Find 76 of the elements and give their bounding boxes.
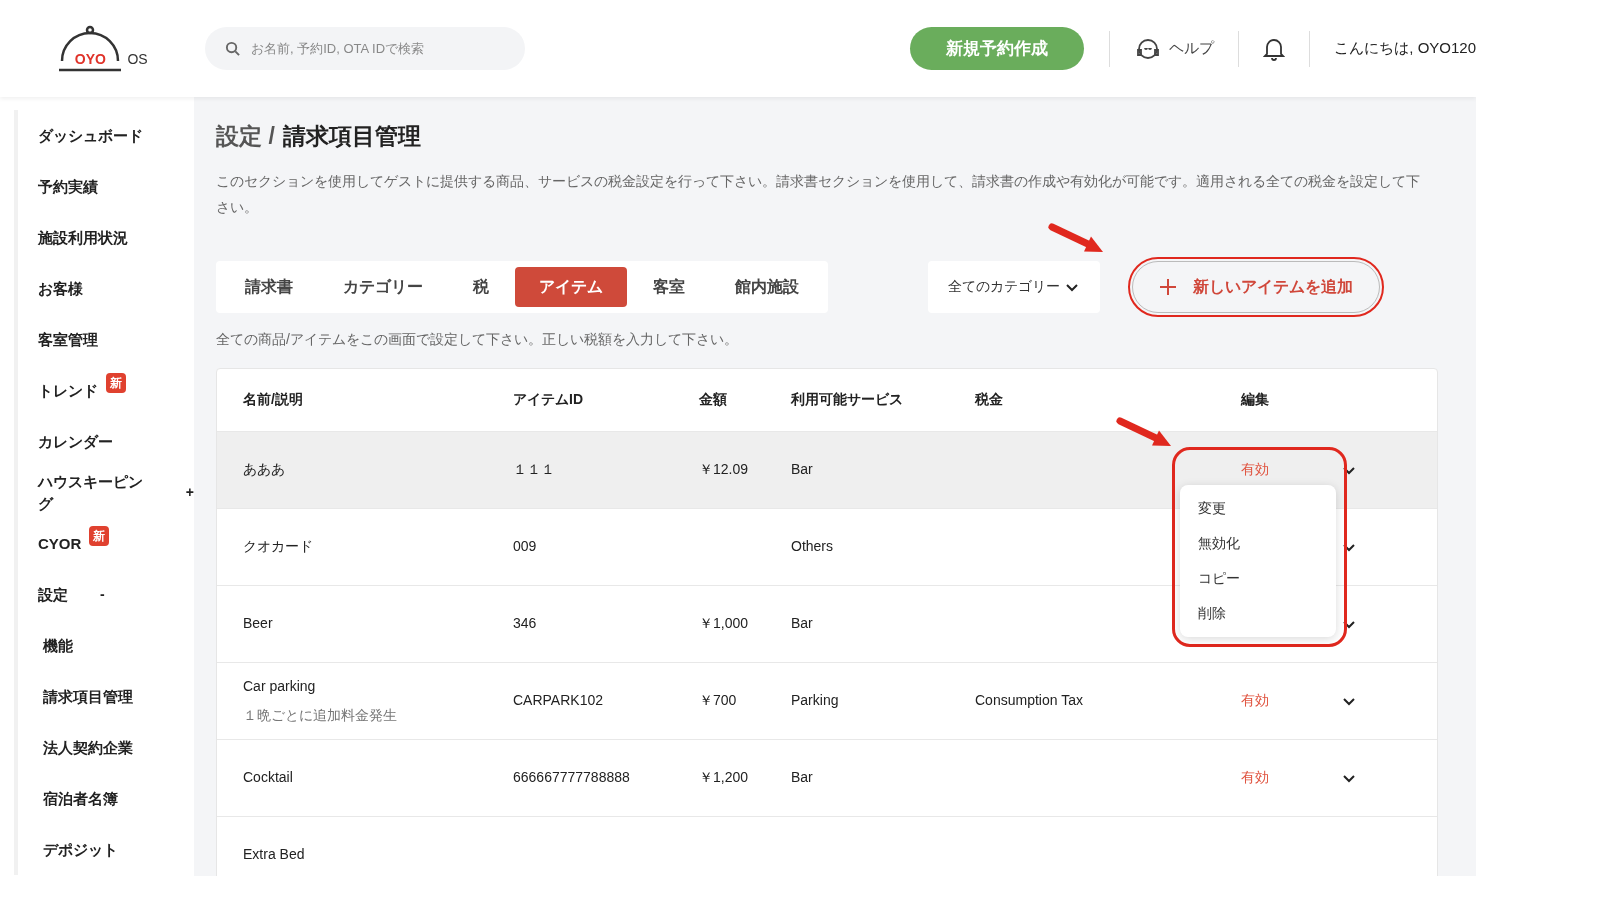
item-amount: ￥12.09: [699, 461, 749, 477]
item-service: Bar: [791, 769, 813, 785]
expand-toggle[interactable]: -: [100, 584, 105, 605]
item-id: CARPARK102: [513, 692, 603, 708]
hint-text: 全ての商品/アイテムをこの画面で設定して下さい。正しい税額を入力して下さい。: [216, 329, 739, 349]
sidebar-label: デポジット: [43, 839, 118, 860]
help-button[interactable]: ヘルプ: [1135, 36, 1215, 61]
item-service: Bar: [791, 615, 813, 631]
tab[interactable]: 客室: [629, 266, 709, 307]
column-header: 編集: [1241, 391, 1269, 407]
logo-text[interactable]: OYO: [74, 50, 106, 67]
item-name: あああ: [243, 460, 286, 479]
menu-item[interactable]: 削除: [1180, 596, 1336, 631]
sidebar-label: お客様: [38, 278, 83, 299]
sidebar-label: 客室管理: [38, 329, 98, 350]
breadcrumb-link[interactable]: 設定 /: [216, 119, 275, 154]
logo-suffix: OS: [127, 50, 148, 67]
notification-bell-icon[interactable]: [1263, 36, 1286, 61]
item-name: Car parking: [243, 676, 317, 696]
category-dropdown[interactable]: 全てのカテゴリー: [928, 260, 1100, 313]
sidebar-label: カレンダー: [38, 431, 113, 452]
page-title: 請求項目管理: [282, 122, 421, 151]
sidebar-label: 予約実績: [38, 176, 98, 197]
plus-icon: [1159, 277, 1177, 296]
item-service: Parking: [791, 692, 839, 708]
page-description: このセクションを使用してゲストに提供する商品、サービスの税金設定を行って下さい。請求書セクションを使用して、請求書の作成や有効化が可能です。適用される全ての税金を設定して下さい。: [216, 171, 1421, 217]
status-link[interactable]: 有効: [1241, 769, 1269, 785]
item-service: Bar: [791, 461, 813, 477]
column-header: 名前/説明: [243, 391, 303, 407]
sidebar-label: CYOR: [38, 533, 82, 554]
menu-item[interactable]: コピー: [1180, 561, 1336, 596]
status-link[interactable]: 有効: [1241, 692, 1269, 708]
column-header: 利用可能サービス: [791, 391, 903, 407]
item-amount: ￥1,000: [699, 615, 749, 631]
sidebar-label: 施設利用状況: [38, 227, 128, 248]
item-name: Extra Bed: [243, 845, 306, 864]
item-amount: ￥1,200: [699, 769, 749, 785]
sidebar-label: トレンド: [38, 380, 98, 401]
column-header: アイテムID: [513, 391, 583, 407]
item-id: 666667777788888: [513, 769, 630, 785]
search-icon: [225, 41, 240, 56]
sidebar-label: 宿泊者名簿: [43, 788, 118, 809]
item-service: Others: [791, 538, 833, 554]
arrow-annotation: [1048, 223, 1104, 253]
item-id: 009: [513, 538, 537, 554]
tab[interactable]: 請求書: [221, 266, 317, 307]
menu-item[interactable]: 無効化: [1180, 526, 1336, 561]
new-badge: 新: [89, 525, 110, 546]
item-name: Beer: [243, 614, 274, 633]
arrow-annotation: [1116, 417, 1172, 447]
column-header: 税金: [975, 391, 1003, 407]
sidebar-label: 請求項目管理: [43, 686, 133, 707]
new-badge: 新: [106, 372, 126, 393]
item-id: 346: [513, 615, 537, 631]
sidebar-label: 設定: [38, 584, 68, 605]
sidebar-label: 法人契約企業: [43, 737, 133, 758]
item-note: １晩ごとに追加料金発生: [243, 705, 398, 725]
search-field[interactable]: お名前, 予約ID, OTA IDで検索: [205, 27, 525, 70]
cloche-drawing: [57, 24, 124, 73]
item-amount: ￥700: [699, 692, 737, 708]
tab[interactable]: カテゴリー: [319, 266, 447, 307]
menu-item[interactable]: 変更: [1180, 491, 1336, 526]
item-id: １１１: [513, 461, 555, 477]
sidebar-label: ダッシュボード: [38, 125, 143, 146]
tab[interactable]: アイテム: [515, 266, 627, 307]
headset-icon: [1135, 36, 1162, 61]
item-name: クオカード: [243, 537, 314, 556]
tab[interactable]: 館内施設: [711, 266, 823, 307]
tab[interactable]: 税: [449, 266, 513, 307]
item-name: Cocktail: [243, 768, 294, 787]
item-tax: Consumption Tax: [975, 692, 1083, 708]
sidebar-label: ハウスキーピング: [38, 471, 144, 514]
greeting: こんにちは, OYO120: [1334, 38, 1476, 59]
sidebar-label: 機能: [43, 635, 73, 656]
expand-toggle[interactable]: +: [185, 482, 194, 503]
column-header: 金額: [699, 391, 727, 407]
